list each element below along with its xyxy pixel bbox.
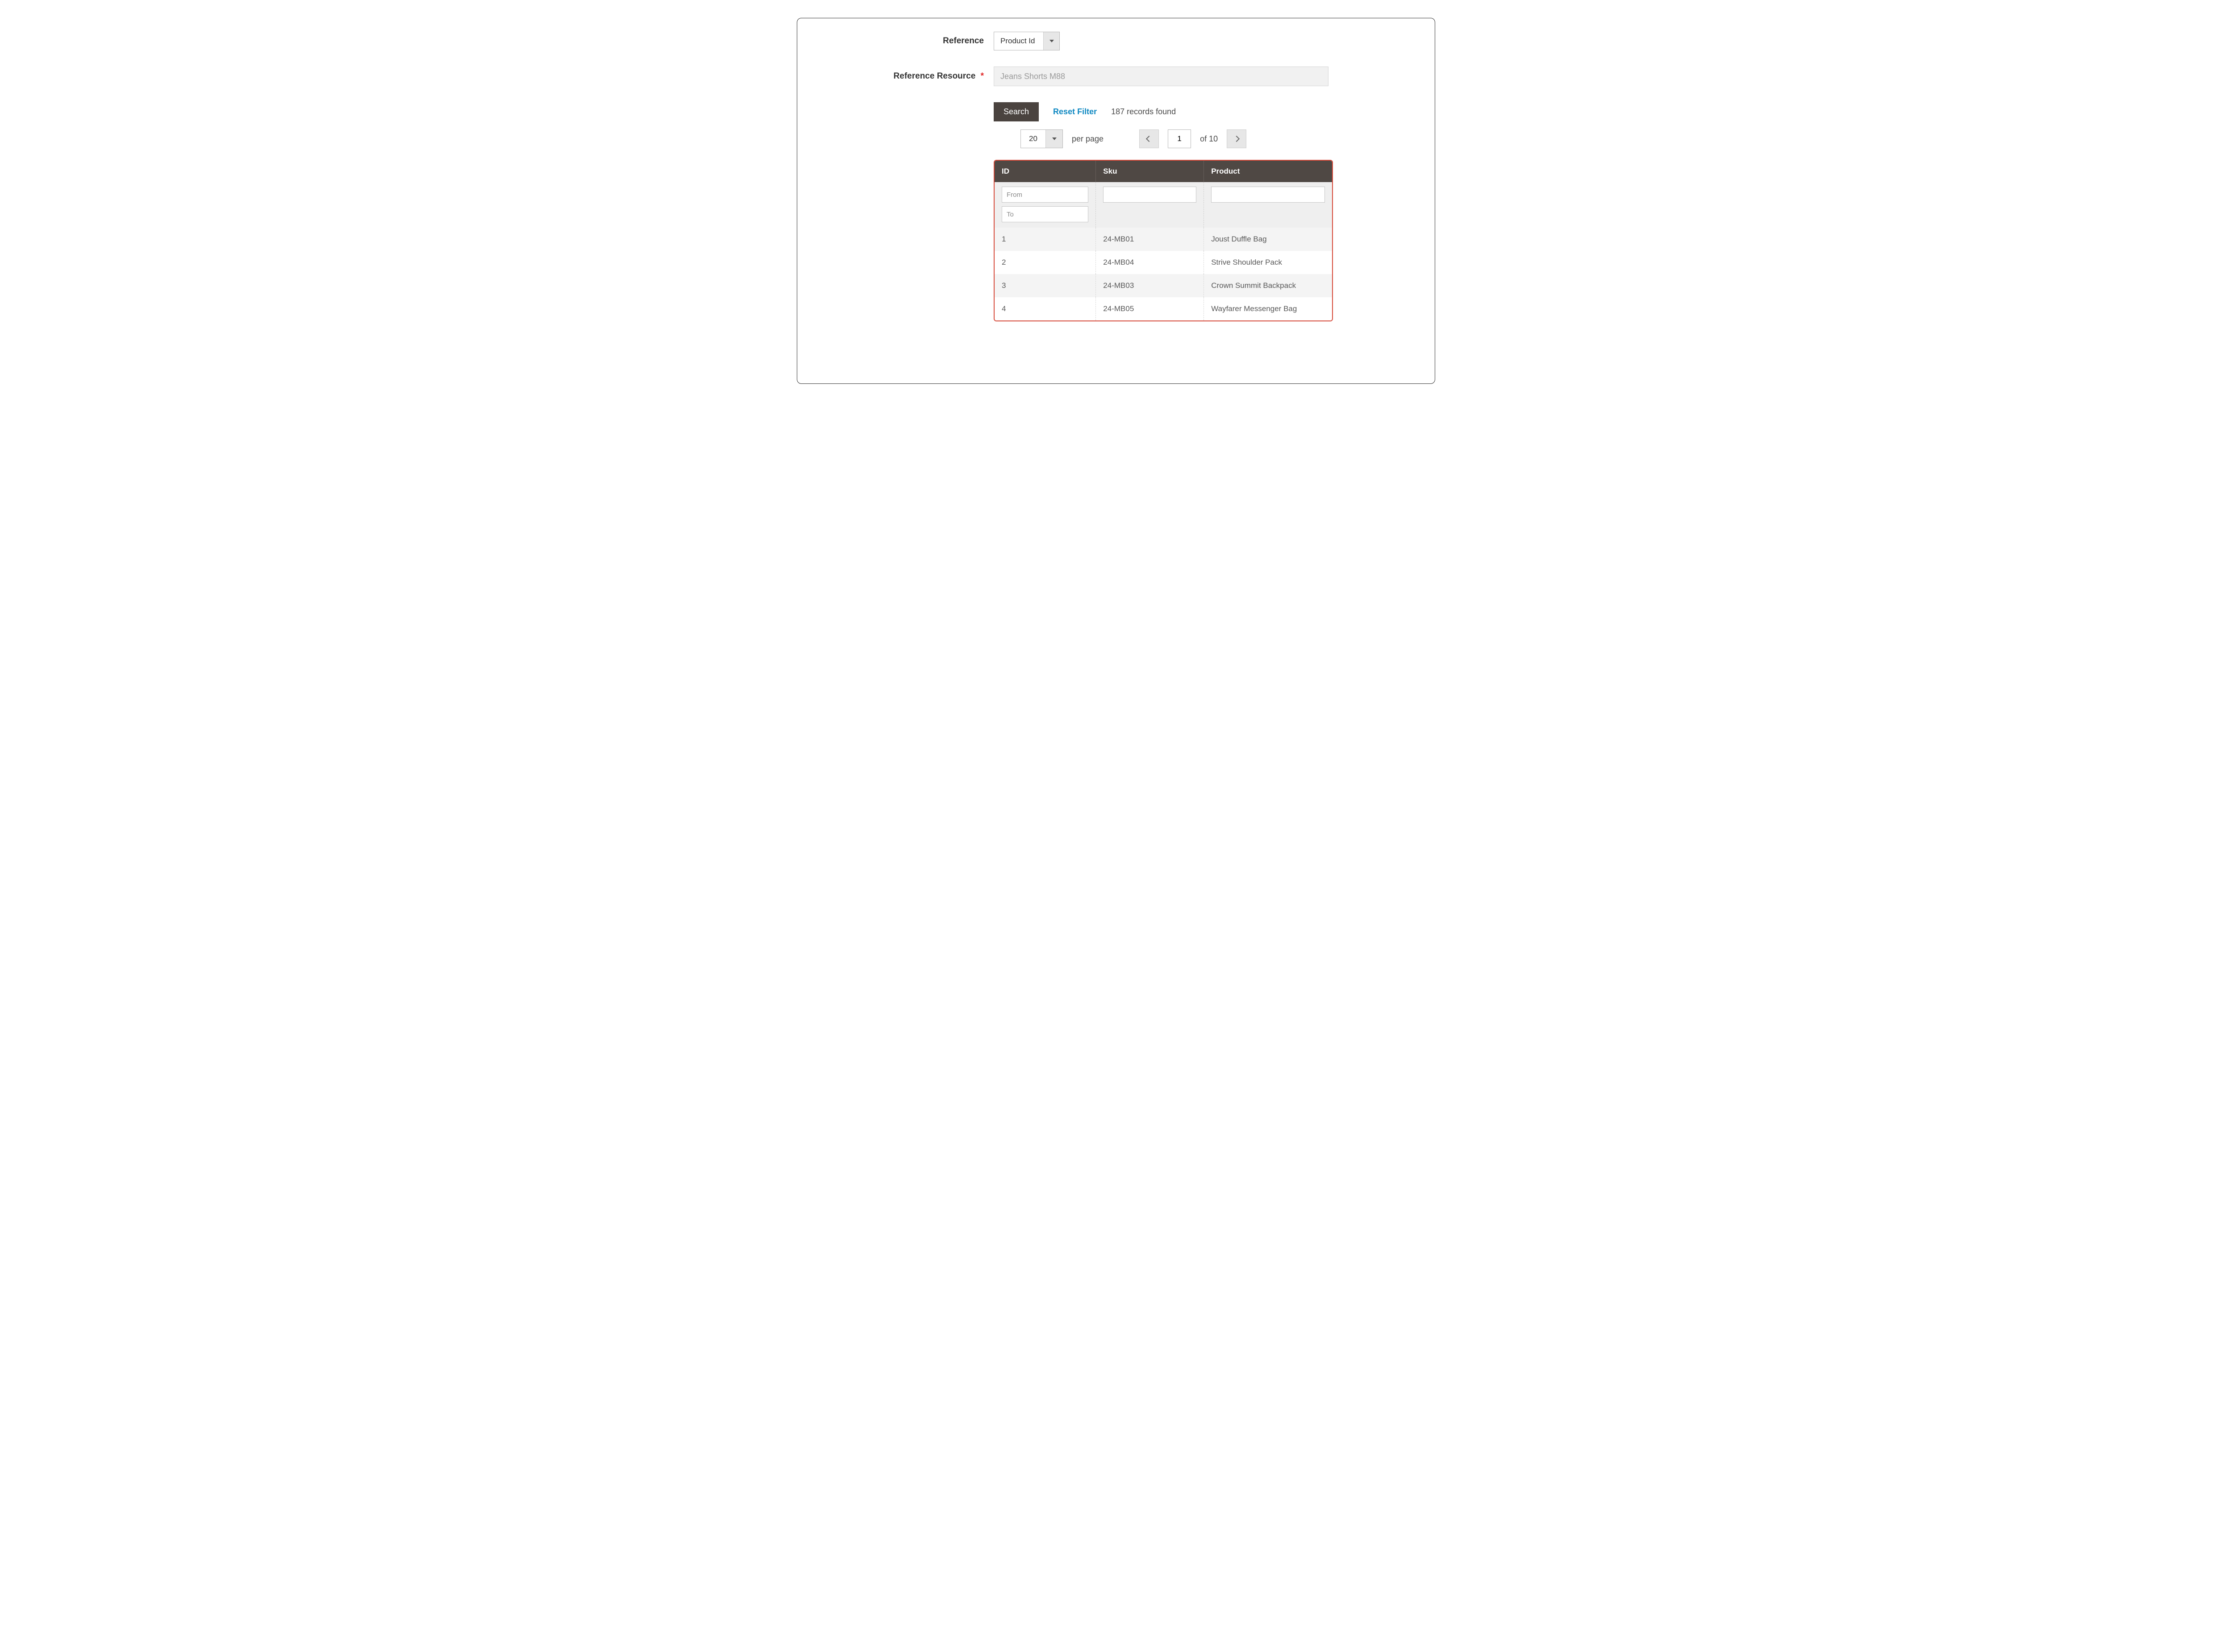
action-row: Search Reset Filter 187 records found — [994, 102, 1426, 121]
reference-select-value: Product Id — [994, 32, 1043, 50]
admin-panel: Reference Product Id Reference Resource … — [797, 18, 1435, 384]
reference-row: Reference Product Id — [806, 32, 1426, 50]
reference-select[interactable]: Product Id — [994, 32, 1060, 50]
filter-id-to[interactable] — [1002, 206, 1088, 222]
header-id[interactable]: ID — [995, 161, 1096, 182]
cell-product: Wayfarer Messenger Bag — [1204, 297, 1332, 320]
filter-product[interactable] — [1211, 187, 1325, 203]
resource-row: Reference Resource * Jeans Shorts M88 — [806, 67, 1426, 86]
cell-id: 4 — [995, 297, 1096, 320]
resource-input: Jeans Shorts M88 — [994, 67, 1328, 86]
table-row[interactable]: 4 24-MB05 Wayfarer Messenger Bag — [995, 297, 1332, 320]
per-page-select[interactable]: 20 — [1020, 129, 1063, 148]
per-page-value: 20 — [1021, 130, 1045, 148]
cell-sku: 24-MB03 — [1096, 274, 1204, 297]
cell-id: 2 — [995, 251, 1096, 274]
resource-label: Reference Resource — [894, 71, 976, 81]
reset-filter-button[interactable]: Reset Filter — [1053, 107, 1097, 117]
search-button[interactable]: Search — [994, 102, 1039, 121]
grid-header-row: ID Sku Product — [995, 161, 1332, 182]
table-row[interactable]: 1 24-MB01 Joust Duffle Bag — [995, 228, 1332, 251]
cell-sku: 24-MB01 — [1096, 228, 1204, 251]
caret-down-icon — [1049, 40, 1054, 42]
cell-product: Strive Shoulder Pack — [1204, 251, 1332, 274]
filter-sku[interactable] — [1103, 187, 1196, 203]
reference-label: Reference — [806, 36, 994, 46]
resource-label-col: Reference Resource * — [806, 71, 994, 81]
next-page-button[interactable] — [1227, 129, 1246, 148]
cell-id: 1 — [995, 228, 1096, 251]
prev-page-button[interactable] — [1139, 129, 1159, 148]
per-page-caret[interactable] — [1045, 130, 1062, 148]
caret-down-icon — [1052, 137, 1057, 140]
header-sku[interactable]: Sku — [1096, 161, 1204, 182]
table-row[interactable]: 3 24-MB03 Crown Summit Backpack — [995, 274, 1332, 297]
page-of-label: of 10 — [1200, 134, 1218, 144]
table-row[interactable]: 2 24-MB04 Strive Shoulder Pack — [995, 251, 1332, 274]
cell-id: 3 — [995, 274, 1096, 297]
per-page-label: per page — [1072, 134, 1104, 144]
records-found: 187 records found — [1111, 107, 1176, 117]
header-product[interactable]: Product — [1204, 161, 1332, 182]
current-page-input[interactable] — [1168, 129, 1191, 148]
chevron-left-icon — [1146, 136, 1152, 142]
grid-filter-row — [995, 182, 1332, 228]
pager-row: 20 per page of 10 — [1020, 129, 1426, 148]
required-star: * — [981, 71, 984, 81]
cell-product: Joust Duffle Bag — [1204, 228, 1332, 251]
chevron-right-icon — [1233, 136, 1240, 142]
product-grid-frame: ID Sku Product — [994, 160, 1333, 321]
cell-sku: 24-MB04 — [1096, 251, 1204, 274]
product-grid: ID Sku Product — [995, 161, 1332, 320]
filter-id-from[interactable] — [1002, 187, 1088, 203]
reference-select-caret[interactable] — [1043, 32, 1059, 50]
cell-sku: 24-MB05 — [1096, 297, 1204, 320]
cell-product: Crown Summit Backpack — [1204, 274, 1332, 297]
